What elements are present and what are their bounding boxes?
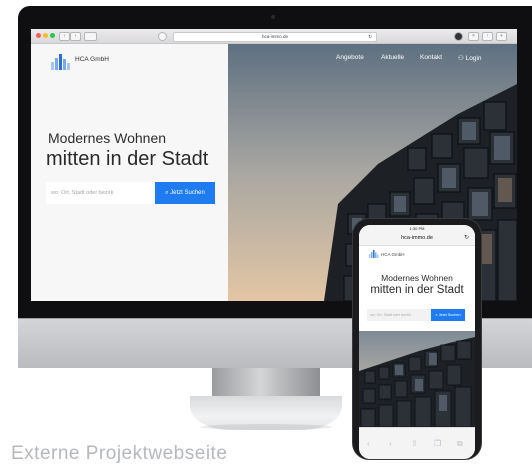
login-label: Login: [465, 55, 482, 62]
hero-headline-line-2: mitten in der Stadt: [46, 148, 209, 170]
phone-brand-name[interactable]: HCA GmbH: [381, 252, 405, 257]
camera-dot: [271, 15, 275, 19]
company-logo-icon[interactable]: [369, 250, 379, 258]
location-search-input[interactable]: [46, 182, 155, 204]
phone-address-url: hca-immo.de: [401, 235, 433, 241]
section-caption: Externe Projektwebseite: [11, 443, 228, 464]
phone-search-button[interactable]: ⌕ Jetzt Suchen: [431, 309, 465, 321]
reload-icon[interactable]: ↻: [368, 33, 372, 41]
zoom-window-button[interactable]: [50, 33, 55, 38]
hero-left-panel: HCA GmbH Modernes Wohnen mitten in der S…: [31, 44, 228, 301]
login-link[interactable]: ⚇ Login: [458, 54, 482, 62]
phone-headline-line-1: Modernes Wohnen: [381, 273, 453, 283]
phone-browser-toolbar: ‹ › ⇪ ❐ ⧉: [359, 427, 475, 459]
nav-link-angebote[interactable]: Angebote: [336, 54, 364, 61]
top-navigation: Angebote Aktuelle Kontakt ⚇ Login: [31, 44, 517, 70]
minimize-window-button[interactable]: [43, 33, 48, 38]
browser-toolbar: ‹ › hca-immo.de ↻ × ↑ +: [31, 29, 517, 44]
nav-link-aktuelle[interactable]: Aktuelle: [381, 54, 404, 61]
share-icon[interactable]: ↑: [482, 32, 493, 41]
back-arrow-icon[interactable]: ‹: [59, 32, 70, 41]
address-bar-url: hca-immo.de: [261, 34, 288, 39]
search-icon: ⌕: [435, 313, 438, 317]
phone-building-illustration: [359, 337, 475, 427]
address-bar[interactable]: hca-immo.de ↻: [173, 32, 377, 42]
phone-building-photo: [359, 331, 475, 427]
phone-search-button-label: Jetzt Suchen: [438, 313, 461, 317]
search-button-label: Jetzt Suchen: [170, 190, 205, 196]
phone-address-bar[interactable]: hca-immo.de ↻: [359, 233, 475, 246]
sidebar-icon[interactable]: [84, 32, 97, 41]
new-tab-icon[interactable]: +: [496, 32, 507, 41]
reload-icon[interactable]: ↻: [464, 234, 469, 243]
nav-link-kontakt[interactable]: Kontakt: [420, 54, 442, 61]
phone-headline-line-2: mitten in der Stadt: [370, 284, 464, 296]
forward-arrow-icon[interactable]: ›: [70, 32, 81, 41]
close-window-button[interactable]: [36, 33, 41, 38]
search-button[interactable]: ⌕ Jetzt Suchen: [155, 182, 215, 204]
phone-location-search-input[interactable]: [367, 309, 431, 321]
back-arrow-icon[interactable]: ‹: [367, 439, 370, 448]
share-icon[interactable]: ⇪: [411, 439, 418, 448]
phone-status-time: 1:30 PM: [359, 225, 475, 233]
imac-stand-neck: [212, 368, 320, 398]
search-icon: ⌕: [165, 190, 169, 196]
hero-headline-line-1: Modernes Wohnen: [48, 130, 167, 146]
tabs-icon[interactable]: ⧉: [457, 439, 463, 449]
forward-arrow-icon[interactable]: ›: [389, 439, 392, 448]
smartphone-screen: 1:30 PM hca-immo.de ↻ HCA GmbH Modernes …: [359, 225, 475, 459]
bookmarks-icon[interactable]: ❐: [434, 439, 441, 448]
imac-stand-shadow: [200, 424, 332, 430]
extension-icon[interactable]: [454, 32, 463, 41]
user-icon: ⚇: [458, 55, 464, 62]
close-tab-icon[interactable]: ×: [468, 32, 479, 41]
compass-icon[interactable]: [158, 32, 167, 41]
